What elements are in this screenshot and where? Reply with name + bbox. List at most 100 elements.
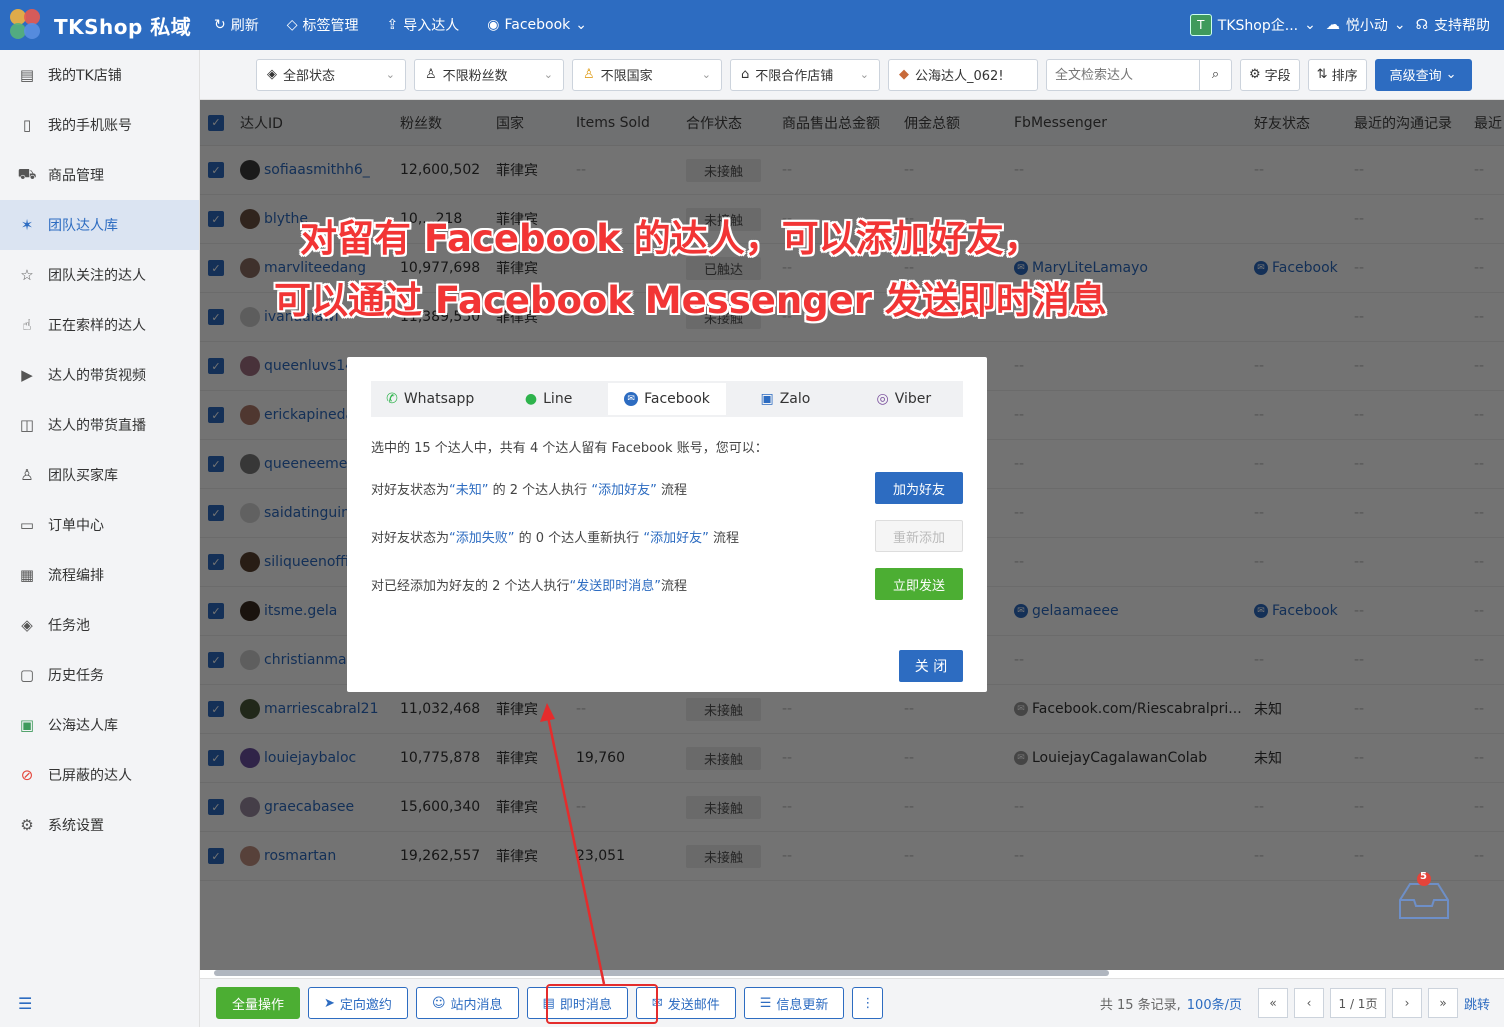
sidebar-item[interactable]: ▭ 订单中心 xyxy=(0,500,199,550)
sidebar-item[interactable]: ▤ 我的TK店铺 xyxy=(0,50,199,100)
prev-page-icon[interactable]: ‹ xyxy=(1293,988,1324,1018)
tab-whatsapp[interactable]: ✆ Whatsapp xyxy=(371,383,489,415)
sort-button[interactable]: ⇅ 排序 xyxy=(1307,58,1367,91)
gear-icon: ⚙ xyxy=(1249,67,1261,82)
user-avatar-icon: ☁ xyxy=(1325,17,1340,33)
top-bar: TKShop 私域 ↻ 刷新 ◇ 标签管理 ⇪ 导入达人 ◉ Facebook ⌄ T TK… xyxy=(0,0,1504,50)
refresh-button[interactable]: ↻ 刷新 xyxy=(200,15,273,35)
people-icon: ♙ xyxy=(425,67,437,82)
sidebar-item[interactable]: ⛟ 商品管理 xyxy=(0,150,199,200)
sidebar-item-label: 公海达人库 xyxy=(48,718,118,734)
sidebar-item[interactable]: ▦ 流程编排 xyxy=(0,550,199,600)
inbox-icon[interactable]: 5 xyxy=(1392,870,1456,922)
add-friend-row: 对好友状态为“未知” 的 2 个达人执行 “添加好友” 流程 加为好友 xyxy=(371,472,963,504)
block-icon: ⊘ xyxy=(20,766,34,784)
brand-name: TKShop 私域 xyxy=(54,14,192,39)
fields-button[interactable]: ⚙ 字段 xyxy=(1240,58,1300,91)
chevron-down-icon: ⌄ xyxy=(701,68,711,81)
company-icon: T xyxy=(1189,14,1212,36)
sidebar-item-label: 已屏蔽的达人 xyxy=(48,768,132,784)
country-filter[interactable]: ♙ 不限国家 ⌄ xyxy=(572,58,722,91)
sidebar-item[interactable]: ▢ 历史任务 xyxy=(0,650,199,700)
bulk-action-button[interactable]: 全量操作 xyxy=(216,987,301,1019)
search-input[interactable] xyxy=(1047,59,1199,90)
send-message-row: 对已经添加为好友的 2 个达人执行“发送即时消息”流程 立即发送 xyxy=(371,568,963,600)
horizontal-scrollbar[interactable] xyxy=(214,970,1109,976)
invite-button[interactable]: ➤ 定向邀约 xyxy=(308,987,408,1019)
shop-filter[interactable]: ⌂ 不限合作店铺 ⌄ xyxy=(730,58,880,91)
sidebar-item[interactable]: ♙ 团队买家库 xyxy=(0,450,199,500)
first-page-icon[interactable]: « xyxy=(1257,988,1288,1018)
pool-filter[interactable]: ◆ 公海达人_062! xyxy=(888,58,1038,91)
tag-icon: ◆ xyxy=(899,67,909,82)
add-friend-button[interactable]: 加为好友 xyxy=(875,472,963,504)
next-page-icon[interactable]: › xyxy=(1391,988,1422,1018)
tab-zalo[interactable]: ▣ Zalo xyxy=(726,383,844,415)
jump-link[interactable]: 跳转 xyxy=(1464,994,1490,1013)
im-tabs: ✆ Whatsapp ● Line ✉ Facebook ▣ Zalo ◎ Viber xyxy=(371,381,963,417)
collapse-menu-icon[interactable]: ☰ xyxy=(18,994,32,1013)
retry-add-row: 对好友状态为“添加失败” 的 0 个达人重新执行 “添加好友” 流程 重新添加 xyxy=(371,520,963,552)
company-switcher[interactable]: T TKShop企... ⌄ xyxy=(1189,14,1316,36)
annotation-line-2: 可以通过 Facebook Messenger 发送即时消息 xyxy=(274,279,1107,322)
sidebar-item-label: 我的手机账号 xyxy=(48,118,132,134)
sidebar-item[interactable]: ☝ 正在索样的达人 xyxy=(0,300,199,350)
sidebar-item[interactable]: ◫ 达人的带货直播 xyxy=(0,400,199,450)
last-page-icon[interactable]: » xyxy=(1427,988,1458,1018)
sidebar-item[interactable]: ◈ 任务池 xyxy=(0,600,199,650)
help-button[interactable]: ☊ 支持帮助 xyxy=(1416,15,1490,35)
tag-manage-button[interactable]: ◇ 标签管理 xyxy=(273,15,373,35)
bottom-toolbar: 全量操作 ➤ 定向邀约 ☺ 站内消息 ▤ 即时消息 ✉ 发送邮件 ☰ 信息更新 ⋮ 共 1… xyxy=(200,978,1504,1027)
tab-facebook[interactable]: ✉ Facebook xyxy=(607,383,727,415)
chat-icon: ☺ xyxy=(431,995,446,1011)
sidebar: ▤ 我的TK店铺 ▯ 我的手机账号 ⛟ 商品管理 ✶ 团队达人库 ☆ 团队关注的达人 ☝ 正在索样的达… xyxy=(0,50,200,1027)
sidebar-item-label: 流程编排 xyxy=(48,568,104,584)
sidebar-item[interactable]: ⊘ 已屏蔽的达人 xyxy=(0,750,199,800)
total-records: 共 15 条记录, xyxy=(1099,997,1181,1013)
sort-icon: ⇅ xyxy=(1316,67,1328,82)
sidebar-item-label: 系统设置 xyxy=(48,818,104,834)
info-update-button[interactable]: ☰ 信息更新 xyxy=(743,987,845,1019)
shop-icon: ▤ xyxy=(19,66,35,84)
sidebar-item[interactable]: ▣ 公海达人库 xyxy=(0,700,199,750)
sidebar-item-label: 团队达人库 xyxy=(48,218,118,234)
sidebar-item[interactable]: ▯ 我的手机账号 xyxy=(0,100,199,150)
list-icon: ☰ xyxy=(759,995,772,1011)
chevron-down-icon: ⌄ xyxy=(1393,17,1406,33)
zalo-icon: ▣ xyxy=(760,391,774,407)
more-button[interactable]: ⋮ xyxy=(852,987,884,1019)
retry-add-button[interactable]: 重新添加 xyxy=(875,520,963,552)
page-size-select[interactable]: 100条/页 xyxy=(1187,994,1242,1013)
sidebar-item[interactable]: ▶ 达人的带货视频 xyxy=(0,350,199,400)
badge-count: 5 xyxy=(1420,871,1427,882)
site-message-button[interactable]: ☺ 站内消息 xyxy=(415,987,519,1019)
fans-filter[interactable]: ♙ 不限粉丝数 ⌄ xyxy=(414,58,564,91)
filter-bar: ◈ 全部状态 ⌄ ♙ 不限粉丝数 ⌄ ♙ 不限国家 ⌄ ⌂ 不限合作店铺 ⌄ ◆ 公海达人_062… xyxy=(200,50,1504,100)
send-now-button[interactable]: 立即发送 xyxy=(875,568,963,600)
whatsapp-icon: ✆ xyxy=(386,391,398,407)
sidebar-item-label: 团队关注的达人 xyxy=(48,268,146,284)
import-button[interactable]: ⇪ 导入达人 xyxy=(373,15,474,35)
sidebar-item[interactable]: ⚙ 系统设置 xyxy=(0,800,199,850)
layers-icon: ◈ xyxy=(21,616,33,634)
tab-line[interactable]: ● Line xyxy=(489,383,607,415)
person-icon: ♙ xyxy=(583,67,595,82)
search-icon[interactable]: ⌕ xyxy=(1199,59,1231,90)
pagination: 共 15 条记录, 100条/页 « ‹ 1 / 1页 › » 跳转 xyxy=(1100,988,1504,1018)
phone-icon: ▯ xyxy=(22,116,32,134)
buyer-icon: ♙ xyxy=(20,466,34,484)
tab-viber[interactable]: ◎ Viber xyxy=(845,383,963,415)
logo[interactable]: TKShop 私域 xyxy=(0,0,200,50)
advanced-query-button[interactable]: 高级查询 ⌄ xyxy=(1374,58,1472,91)
status-filter[interactable]: ◈ 全部状态 ⌄ xyxy=(256,58,406,91)
facebook-menu[interactable]: ◉ Facebook ⌄ xyxy=(473,17,601,33)
chevron-down-icon: ⌄ xyxy=(859,68,869,81)
star-icon: ☆ xyxy=(20,266,34,284)
sidebar-item[interactable]: ✶ 团队达人库 xyxy=(0,200,199,250)
page-indicator[interactable]: 1 / 1页 xyxy=(1329,988,1386,1018)
close-button[interactable]: 关 闭 xyxy=(899,650,963,682)
user-menu[interactable]: ☁ 悦小动 ⌄ xyxy=(1326,15,1406,35)
sidebar-item-label: 商品管理 xyxy=(48,168,104,184)
order-icon: ▭ xyxy=(19,516,35,534)
sidebar-item[interactable]: ☆ 团队关注的达人 xyxy=(0,250,199,300)
